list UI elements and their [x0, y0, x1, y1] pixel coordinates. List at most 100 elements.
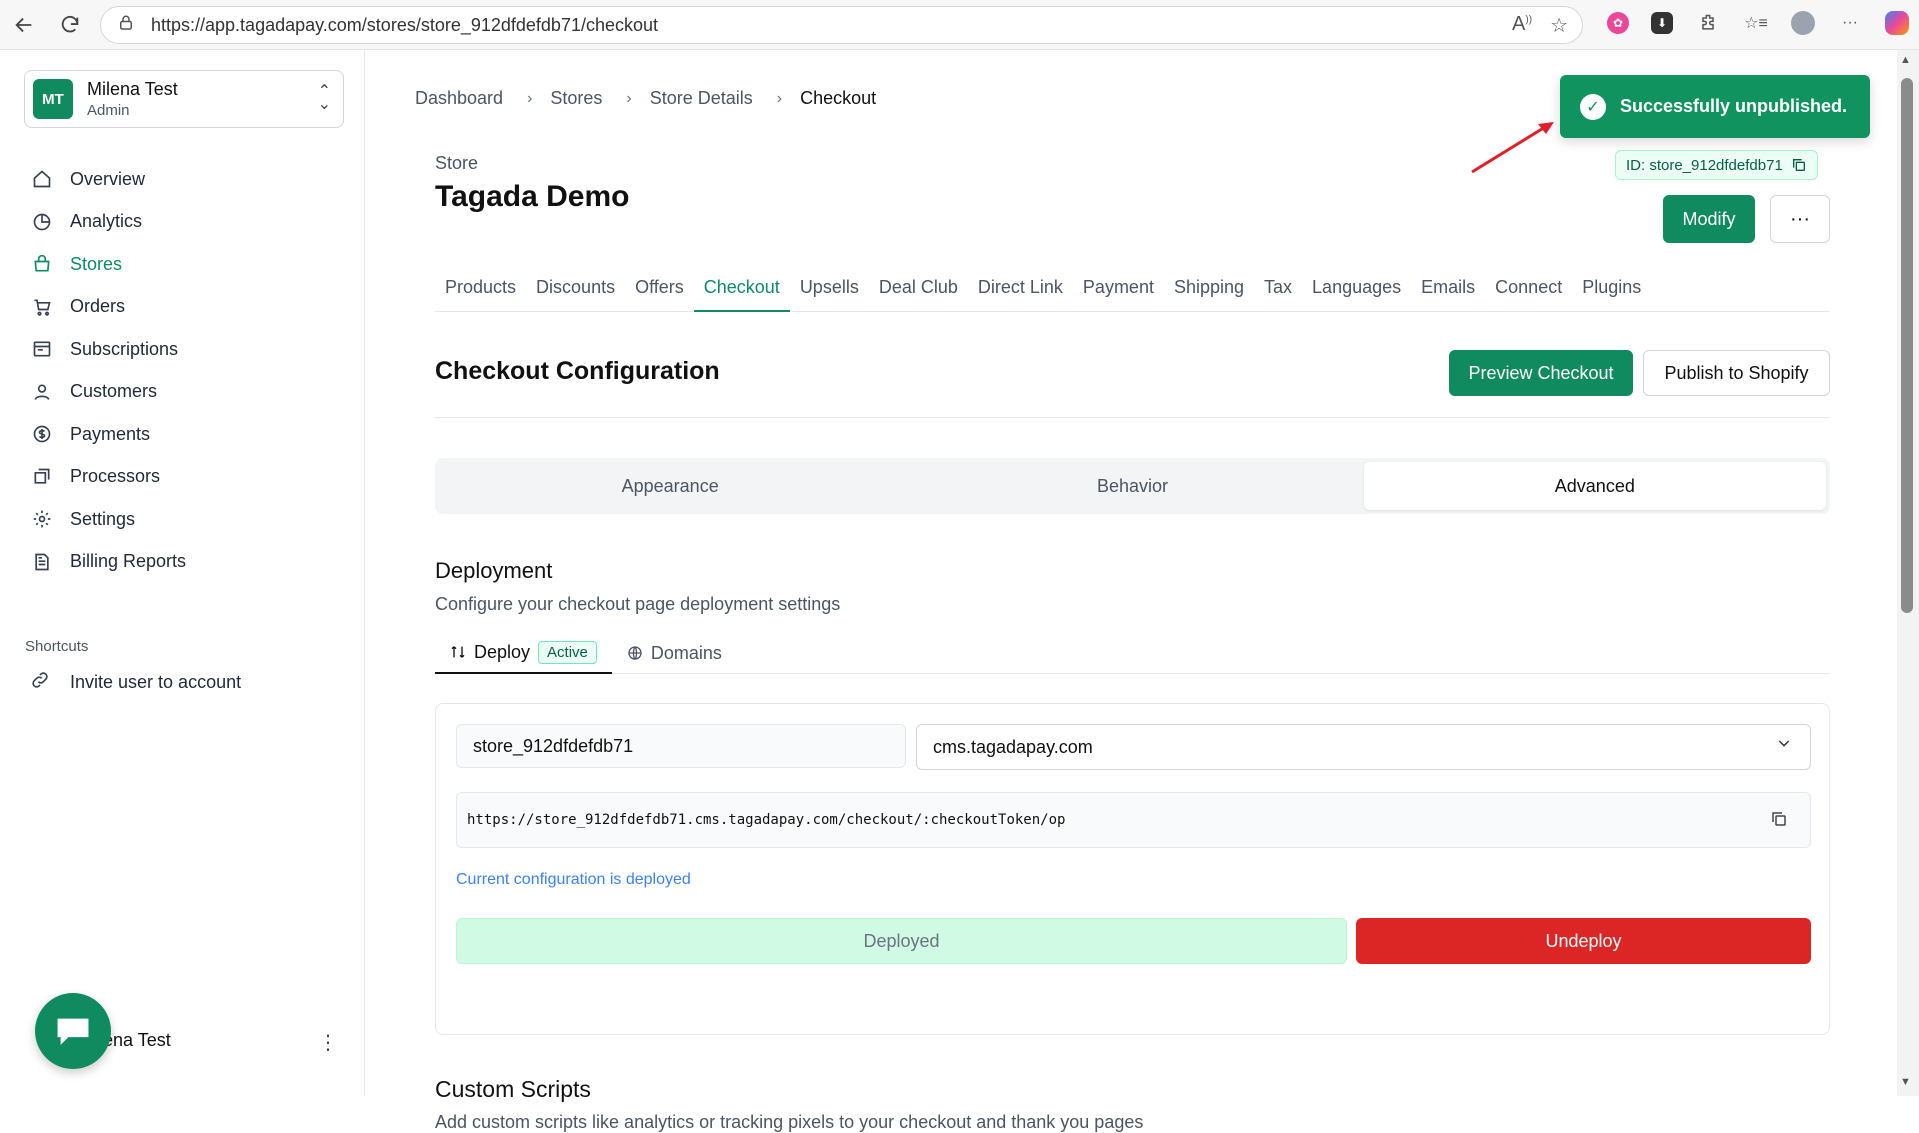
- tab-direct-link[interactable]: Direct Link: [968, 272, 1073, 312]
- deployed-button: Deployed: [456, 918, 1347, 964]
- back-icon[interactable]: [6, 7, 42, 43]
- subtab-deploy-label: Deploy: [474, 641, 531, 662]
- store-id-badge[interactable]: ID: store_912dfdefdb71: [1615, 150, 1818, 180]
- breadcrumb-dashboard[interactable]: Dashboard: [415, 88, 503, 109]
- deployment-description: Configure your checkout page deployment …: [435, 594, 841, 614]
- deployment-card: store_912dfdefdb71 cms.tagadapay.com htt…: [435, 703, 1830, 1035]
- sidebar-item-subscriptions[interactable]: Subscriptions: [30, 328, 186, 371]
- read-aloud-icon[interactable]: A)): [1512, 13, 1532, 38]
- modify-button[interactable]: Modify: [1663, 195, 1755, 243]
- user-name: Milena Test: [87, 79, 178, 99]
- main-content: Dashboard › Stores › Store Details › Che…: [365, 50, 1895, 1132]
- chevron-down-icon: [1776, 735, 1792, 756]
- deployment-url-text: https://store_912dfdefdb71.cms.tagadapay…: [467, 812, 1066, 828]
- segment-advanced[interactable]: Advanced: [1363, 462, 1826, 510]
- sidebar-item-settings[interactable]: Settings: [30, 498, 186, 541]
- more-actions-button[interactable]: ···: [1770, 195, 1830, 243]
- subtab-domains-label: Domains: [650, 642, 722, 663]
- scrollbar-thumb[interactable]: [1901, 78, 1913, 613]
- breadcrumb-store-details[interactable]: Store Details: [650, 88, 753, 109]
- undeploy-button[interactable]: Undeploy: [1356, 918, 1811, 964]
- gear-icon: [30, 507, 54, 531]
- favorite-star-icon[interactable]: ☆: [1550, 13, 1568, 38]
- preview-checkout-button[interactable]: Preview Checkout: [1449, 350, 1633, 396]
- scroll-down-arrow-icon[interactable]: ▼: [1900, 1076, 1911, 1088]
- sidebar-item-label: Payments: [70, 423, 151, 444]
- chevron-right-icon: ›: [776, 89, 783, 107]
- sidebar-item-analytics[interactable]: Analytics: [30, 201, 186, 244]
- sidebar-item-label: Overview: [70, 168, 146, 189]
- deployment-subtabs: Deploy Active Domains: [435, 632, 1830, 674]
- deployment-url: https://store_912dfdefdb71.cms.tagadapay…: [456, 792, 1811, 848]
- sidebar-item-overview[interactable]: Overview: [30, 158, 186, 201]
- browser-toolbar: https://app.tagadapay.com/stores/store_9…: [0, 0, 1919, 50]
- avatar: MT: [33, 79, 73, 119]
- sidebar-item-payments[interactable]: Payments: [30, 413, 186, 456]
- extension-pink-icon[interactable]: ✿: [1607, 12, 1629, 34]
- shortcut-invite-user[interactable]: Invite user to account: [30, 662, 241, 702]
- account-switcher[interactable]: MT Milena Test Admin ⌃ ⌄: [24, 70, 344, 128]
- cart-icon: [30, 295, 54, 319]
- subtab-domains[interactable]: Domains: [612, 632, 737, 674]
- subtab-deploy[interactable]: Deploy Active: [435, 632, 612, 674]
- extensions-puzzle-icon[interactable]: [1695, 10, 1721, 36]
- breadcrumb-stores[interactable]: Stores: [550, 88, 602, 109]
- toast-message: Successfully unpublished.: [1620, 96, 1848, 116]
- profile-avatar-icon[interactable]: [1791, 11, 1815, 35]
- domain-select-value: cms.tagadapay.com: [933, 736, 1093, 757]
- domain-select[interactable]: cms.tagadapay.com: [916, 724, 1811, 770]
- tab-payment[interactable]: Payment: [1073, 272, 1164, 312]
- segment-behavior[interactable]: Behavior: [901, 462, 1363, 510]
- subscriptions-icon: [30, 337, 54, 361]
- shortcuts-heading: Shortcuts: [25, 638, 89, 655]
- tab-languages[interactable]: Languages: [1302, 272, 1411, 312]
- url-text: https://app.tagadapay.com/stores/store_9…: [151, 14, 659, 35]
- deploy-icon: [451, 646, 465, 658]
- tab-deal-club[interactable]: Deal Club: [869, 272, 968, 312]
- store-label: Store: [435, 153, 479, 173]
- sidebar: MT Milena Test Admin ⌃ ⌄ Overview Analyti…: [0, 50, 365, 1096]
- chat-icon: [57, 1018, 89, 1045]
- tab-shipping[interactable]: Shipping: [1164, 272, 1254, 312]
- check-circle-icon: ✓: [1580, 93, 1606, 120]
- sidebar-item-label: Customers: [70, 381, 158, 402]
- breadcrumb: Dashboard › Stores › Store Details › Che…: [415, 88, 876, 109]
- browser-menu-icon[interactable]: ···: [1837, 10, 1863, 36]
- status-badge: Active: [538, 640, 597, 664]
- chat-support-button[interactable]: [35, 993, 111, 1069]
- link-icon: [30, 670, 54, 695]
- site-info-icon[interactable]: [117, 14, 139, 37]
- sidebar-item-orders[interactable]: Orders: [30, 286, 186, 329]
- favorites-icon[interactable]: ☆≡: [1743, 10, 1769, 36]
- sidebar-item-billing-reports[interactable]: Billing Reports: [30, 541, 186, 584]
- sidebar-item-processors[interactable]: Processors: [30, 456, 186, 499]
- tab-emails[interactable]: Emails: [1411, 272, 1485, 312]
- tab-discounts[interactable]: Discounts: [526, 272, 625, 312]
- sidebar-item-stores[interactable]: Stores: [30, 243, 186, 286]
- copy-icon[interactable]: [1770, 810, 1788, 832]
- tab-checkout[interactable]: Checkout: [693, 272, 790, 312]
- report-icon: [30, 550, 54, 574]
- custom-scripts-description: Add custom scripts like analytics or tra…: [435, 1112, 1144, 1132]
- sidebar-item-label: Processors: [70, 466, 161, 487]
- deployment-title: Deployment: [435, 558, 553, 583]
- user-role: Admin: [87, 102, 130, 119]
- tab-tax[interactable]: Tax: [1254, 272, 1302, 312]
- copilot-icon[interactable]: [1885, 11, 1909, 35]
- scroll-up-arrow-icon[interactable]: ▲: [1900, 54, 1911, 66]
- reload-icon[interactable]: [52, 7, 88, 43]
- sidebar-item-customers[interactable]: Customers: [30, 371, 186, 414]
- chevron-up-down-icon: ⌃ ⌄: [317, 83, 331, 113]
- tab-products[interactable]: Products: [435, 272, 526, 312]
- more-vertical-icon[interactable]: ⋮: [318, 1030, 338, 1055]
- copy-icon[interactable]: [1791, 157, 1807, 173]
- subdomain-input[interactable]: store_912dfdefdb71: [456, 724, 906, 768]
- tab-connect[interactable]: Connect: [1485, 272, 1572, 312]
- address-bar[interactable]: https://app.tagadapay.com/stores/store_9…: [100, 6, 1583, 44]
- segment-appearance[interactable]: Appearance: [439, 462, 901, 510]
- publish-to-shopify-button[interactable]: Publish to Shopify: [1643, 350, 1830, 396]
- tab-upsells[interactable]: Upsells: [790, 272, 869, 312]
- download-extension-icon[interactable]: ⬇: [1651, 12, 1673, 34]
- tab-offers[interactable]: Offers: [625, 272, 694, 312]
- tab-plugins[interactable]: Plugins: [1572, 272, 1651, 312]
